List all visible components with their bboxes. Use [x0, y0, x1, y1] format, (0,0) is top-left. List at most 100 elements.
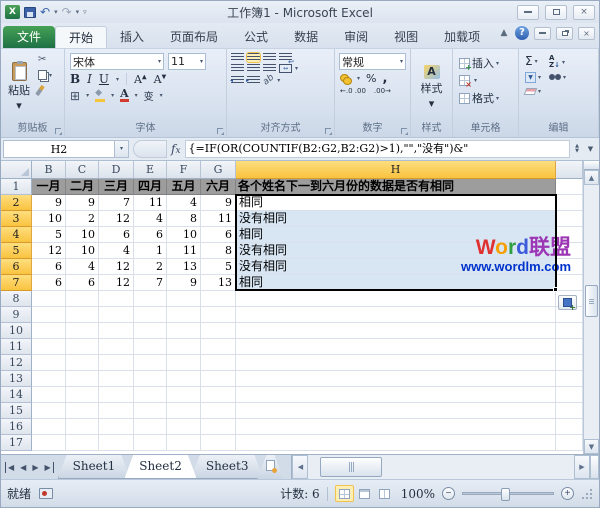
normal-view-button[interactable]	[335, 485, 354, 502]
cell-G15[interactable]	[201, 403, 236, 419]
cell-G9[interactable]	[201, 307, 236, 323]
cell-B1[interactable]: 一月	[32, 179, 66, 195]
font-size-combo[interactable]: 11▾	[168, 53, 206, 70]
cell-C7[interactable]: 6	[66, 275, 99, 291]
shrink-font-button[interactable]: A▼	[154, 73, 167, 86]
redo-dropdown-icon[interactable]: ▾	[76, 8, 80, 16]
row-header-9[interactable]: 9	[1, 307, 32, 323]
ribbon-tab-数据[interactable]: 数据	[281, 26, 331, 48]
row-header-13[interactable]: 13	[1, 371, 32, 387]
orientation-icon[interactable]: ab	[261, 73, 276, 88]
cell-B11[interactable]	[32, 339, 66, 355]
align-bottom-icon[interactable]	[263, 53, 276, 62]
zoom-out-icon[interactable]: −	[442, 487, 455, 500]
align-left-icon[interactable]	[231, 64, 244, 73]
row-header-4[interactable]: 4	[1, 227, 32, 243]
zoom-slider[interactable]	[462, 492, 554, 495]
cell-C3[interactable]: 2	[66, 211, 99, 227]
cell-H17[interactable]	[236, 435, 556, 451]
cell-D15[interactable]	[99, 403, 134, 419]
row-header-1[interactable]: 1	[1, 179, 32, 195]
alignment-dialog-launcher-icon[interactable]	[325, 128, 331, 134]
row-header-14[interactable]: 14	[1, 387, 32, 403]
cell-G7[interactable]: 13	[201, 275, 236, 291]
cell-E6[interactable]: 2	[134, 259, 167, 275]
decrease-indent-icon[interactable]	[231, 76, 244, 85]
cell-B16[interactable]	[32, 419, 66, 435]
cell-H16[interactable]	[236, 419, 556, 435]
cell-F3[interactable]: 8	[167, 211, 201, 227]
cell-E15[interactable]	[134, 403, 167, 419]
column-header-B[interactable]: B	[32, 161, 66, 179]
cell-E12[interactable]	[134, 355, 167, 371]
cell-E11[interactable]	[134, 339, 167, 355]
cell-B4[interactable]: 5	[32, 227, 66, 243]
cell-D12[interactable]	[99, 355, 134, 371]
close-button[interactable]: ×	[573, 5, 595, 20]
cell-F1[interactable]: 五月	[167, 179, 201, 195]
cell-H9[interactable]	[236, 307, 556, 323]
cell-G6[interactable]: 5	[201, 259, 236, 275]
comma-style-icon[interactable]: ,	[382, 75, 387, 83]
increase-indent-icon[interactable]	[247, 76, 260, 85]
find-select-button[interactable]: ▾	[547, 73, 568, 82]
cell-G12[interactable]	[201, 355, 236, 371]
cell-E2[interactable]: 11	[134, 195, 167, 211]
cell-F11[interactable]	[167, 339, 201, 355]
align-middle-icon[interactable]	[247, 53, 260, 62]
zoom-in-icon[interactable]: +	[561, 487, 574, 500]
cell-E16[interactable]	[134, 419, 167, 435]
font-name-combo[interactable]: 宋体▾	[70, 53, 164, 70]
cell-D14[interactable]	[99, 387, 134, 403]
cell-D3[interactable]: 12	[99, 211, 134, 227]
minimize-ribbon-icon[interactable]: ▲	[498, 27, 510, 39]
column-header-C[interactable]: C	[66, 161, 99, 179]
ribbon-tab-插入[interactable]: 插入	[107, 26, 157, 48]
cell-C1[interactable]: 二月	[66, 179, 99, 195]
horizontal-split-handle[interactable]	[590, 455, 599, 479]
cell-B12[interactable]	[32, 355, 66, 371]
insert-function-icon[interactable]: fx	[167, 142, 185, 156]
workbook-minimize-button[interactable]	[534, 27, 551, 40]
last-sheet-icon[interactable]: ▶	[42, 462, 53, 473]
sheet-tab-Sheet1[interactable]: Sheet1	[58, 455, 131, 479]
column-header-H[interactable]: H	[236, 161, 556, 179]
cell-D4[interactable]: 6	[99, 227, 134, 243]
cell-C14[interactable]	[66, 387, 99, 403]
cell-C17[interactable]	[66, 435, 99, 451]
font-dialog-launcher-icon[interactable]	[217, 128, 223, 134]
cell-F13[interactable]	[167, 371, 201, 387]
ribbon-tab-加载项[interactable]: 加载项	[431, 26, 493, 48]
qat-customize-icon[interactable]: ▿	[83, 8, 87, 16]
row-header-12[interactable]: 12	[1, 355, 32, 371]
cell-D9[interactable]	[99, 307, 134, 323]
insert-cells-button[interactable]: 插入▾	[457, 54, 514, 72]
column-header-G[interactable]: G	[201, 161, 236, 179]
cell-F17[interactable]	[167, 435, 201, 451]
cell-G11[interactable]	[201, 339, 236, 355]
borders-dropdown-icon[interactable]: ▾	[86, 92, 89, 99]
cell-F6[interactable]: 13	[167, 259, 201, 275]
cell-G17[interactable]	[201, 435, 236, 451]
minimize-button[interactable]	[517, 5, 539, 20]
column-header-D[interactable]: D	[99, 161, 134, 179]
cell-B13[interactable]	[32, 371, 66, 387]
cell-H8[interactable]	[236, 291, 556, 307]
scroll-up-icon[interactable]: ▲	[584, 170, 599, 185]
cell-G5[interactable]: 8	[201, 243, 236, 259]
cell-H2[interactable]: 相同	[236, 195, 556, 211]
cell-C12[interactable]	[66, 355, 99, 371]
vertical-scroll-thumb[interactable]	[585, 285, 598, 317]
cell-B9[interactable]	[32, 307, 66, 323]
decrease-decimal-icon[interactable]: .00→	[374, 87, 391, 95]
row-header-10[interactable]: 10	[1, 323, 32, 339]
cell-D1[interactable]: 三月	[99, 179, 134, 195]
sort-filter-button[interactable]: AZ↓▾	[547, 54, 568, 70]
cell-F10[interactable]	[167, 323, 201, 339]
cell-G2[interactable]: 9	[201, 195, 236, 211]
phonetic-button[interactable]: 变	[144, 88, 154, 103]
wrap-text-icon[interactable]	[279, 53, 292, 62]
font-color-dropdown-icon[interactable]: ▾	[135, 92, 138, 99]
sheet-tab-Sheet2[interactable]: Sheet2	[124, 455, 197, 479]
cell-C5[interactable]: 10	[66, 243, 99, 259]
